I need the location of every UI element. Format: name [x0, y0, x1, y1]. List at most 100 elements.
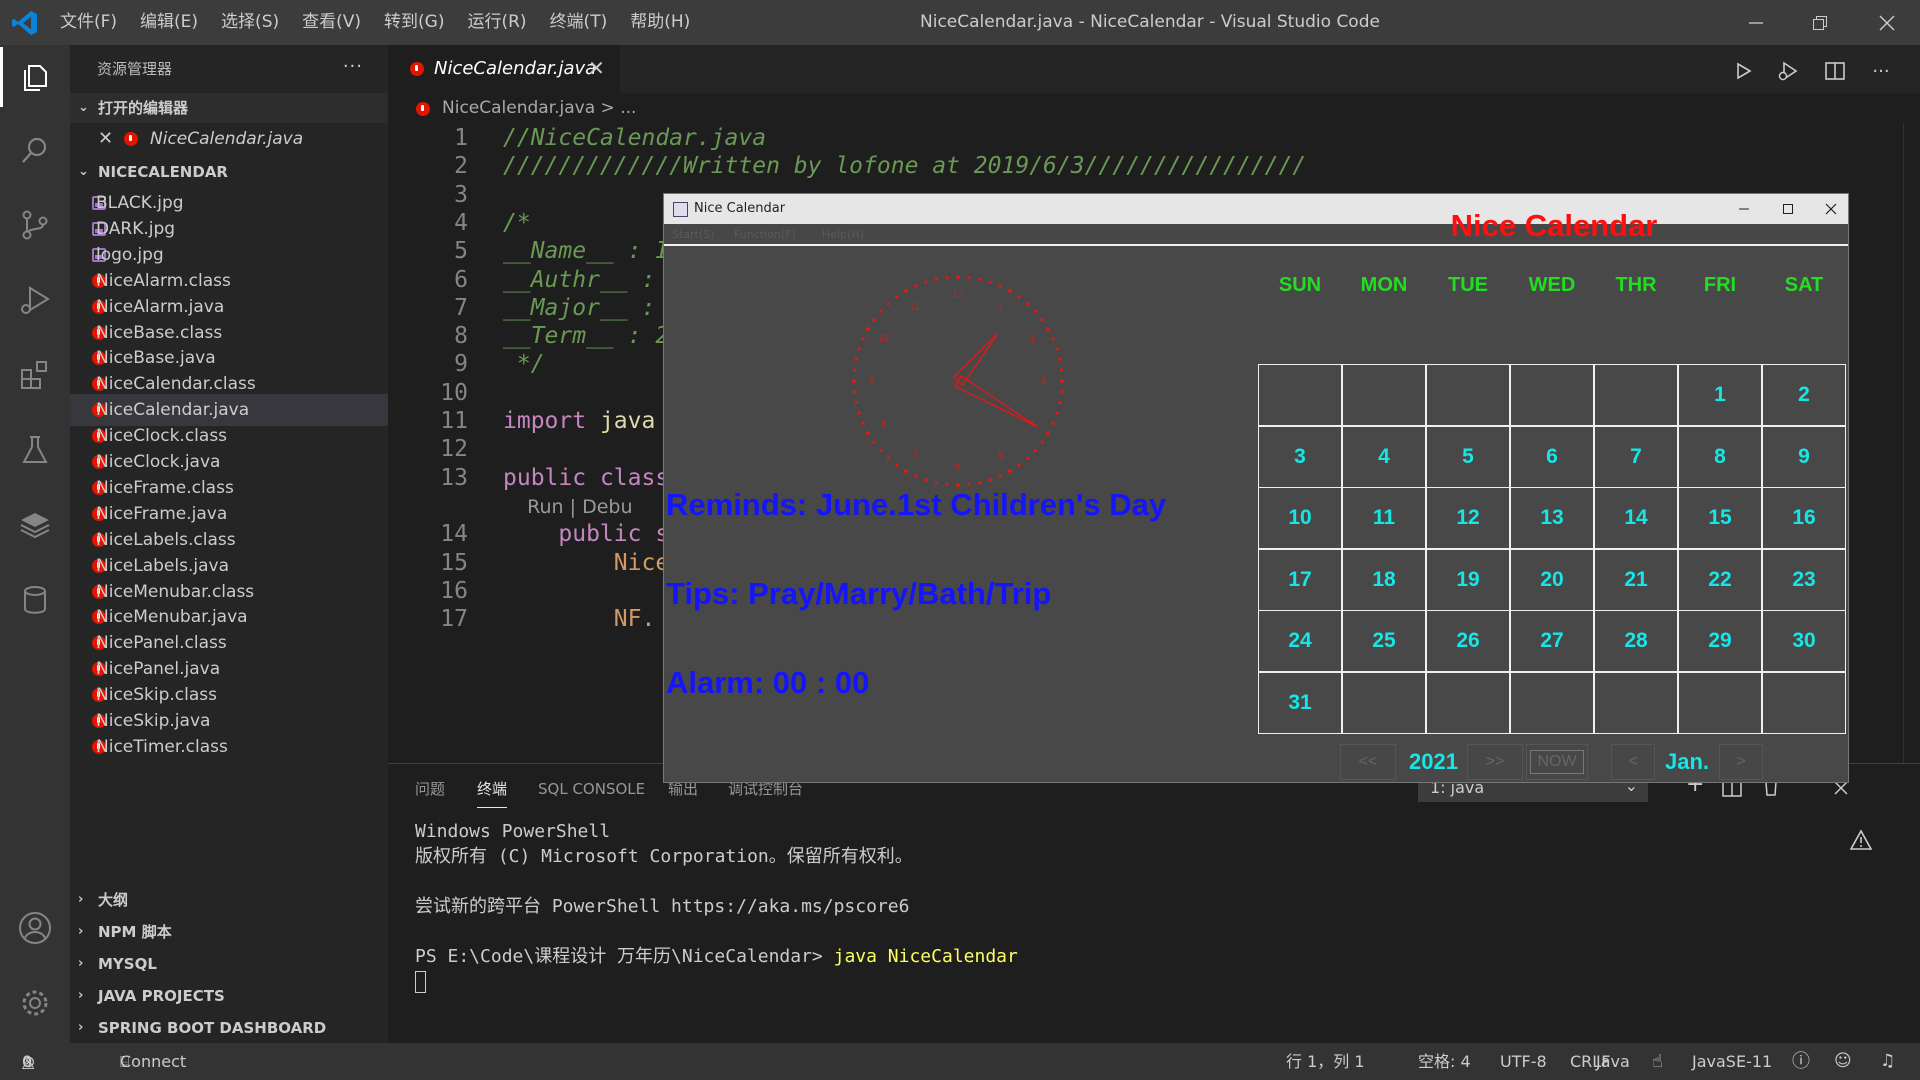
- testing-activity[interactable]: [0, 420, 70, 480]
- search-activity[interactable]: [0, 120, 70, 180]
- tab-nicecalendar-java[interactable]: NiceCalendar.java ✕: [388, 45, 620, 93]
- editor-more-button[interactable]: ···: [1866, 56, 1896, 86]
- tab-sql-console[interactable]: SQL CONSOLE: [538, 764, 645, 814]
- bell-icon[interactable]: ♫: [1880, 1043, 1895, 1080]
- menu-help[interactable]: 帮助(H): [630, 0, 690, 45]
- day-cell[interactable]: 23: [1762, 548, 1846, 611]
- clock-tick: [852, 368, 857, 372]
- menu-terminal[interactable]: 终端(T): [550, 0, 608, 45]
- day-cell[interactable]: 29: [1678, 610, 1762, 672]
- day-cell[interactable]: 16: [1762, 487, 1846, 549]
- day-cell[interactable]: 15: [1678, 487, 1762, 549]
- day-cell[interactable]: 13: [1510, 487, 1594, 549]
- editor-scrollbar[interactable]: [1903, 123, 1920, 763]
- cursor-position[interactable]: 行 1，列 1: [1286, 1043, 1365, 1080]
- day-cell[interactable]: 17: [1258, 548, 1342, 611]
- day-cell[interactable]: 22: [1678, 548, 1762, 611]
- menu-help[interactable]: Help(H): [822, 224, 864, 246]
- people-icon[interactable]: ☺: [1834, 1043, 1852, 1080]
- prev-month-button[interactable]: <: [1611, 744, 1655, 780]
- menu-start[interactable]: Start(S): [672, 224, 714, 246]
- now-button[interactable]: NOW: [1526, 744, 1588, 780]
- terminal-output[interactable]: Windows PowerShell 版权所有 (C) Microsoft Co…: [415, 819, 1018, 994]
- menu-view[interactable]: 查看(V): [302, 0, 361, 45]
- extensions-activity[interactable]: [0, 345, 70, 405]
- feedback-icon[interactable]: ⓘ: [1792, 1043, 1810, 1080]
- split-editor-button[interactable]: [1820, 56, 1850, 86]
- mysql-section[interactable]: › MYSQL: [70, 949, 388, 979]
- restore-button[interactable]: [1797, 0, 1842, 45]
- run-file-button[interactable]: [1728, 56, 1758, 86]
- java-projects-section[interactable]: › JAVA PROJECTS: [70, 981, 388, 1011]
- language-mode[interactable]: Java: [1596, 1043, 1630, 1080]
- more-actions-icon[interactable]: ···: [343, 45, 363, 89]
- database-activity[interactable]: [0, 570, 70, 630]
- day-cell[interactable]: 28: [1594, 610, 1678, 672]
- clock-tick: [1051, 421, 1055, 425]
- day-cell[interactable]: 27: [1510, 610, 1594, 672]
- day-cell[interactable]: 19: [1426, 548, 1510, 611]
- file-item[interactable]: NiceTimer.class: [70, 731, 388, 763]
- code-token: Nice: [503, 549, 670, 576]
- minimize-button[interactable]: [1733, 0, 1778, 45]
- menu-go[interactable]: 转到(G): [384, 0, 444, 45]
- debug-file-button[interactable]: [1773, 56, 1803, 86]
- packages-activity[interactable]: [0, 495, 70, 555]
- day-cell[interactable]: 24: [1258, 610, 1342, 672]
- day-cell[interactable]: 18: [1342, 548, 1426, 611]
- clock-hour-number: 11: [910, 302, 919, 312]
- clock-tick: [914, 284, 918, 288]
- menu-selection[interactable]: 选择(S): [221, 0, 279, 45]
- day-cell[interactable]: 31: [1258, 671, 1342, 734]
- warning-icon[interactable]: [1850, 829, 1872, 851]
- day-cell[interactable]: 25: [1342, 610, 1426, 672]
- source-control-activity[interactable]: [0, 195, 70, 255]
- thumbs-icon[interactable]: ☝: [1652, 1043, 1663, 1080]
- prev-year-button[interactable]: <<: [1340, 744, 1396, 780]
- menu-edit[interactable]: 编辑(E): [140, 0, 198, 45]
- menu-file[interactable]: 文件(F): [60, 0, 117, 45]
- breadcrumb-text[interactable]: NiceCalendar.java > ...: [442, 93, 636, 123]
- menu-function[interactable]: Function(F): [734, 224, 796, 246]
- day-cell[interactable]: 30: [1762, 610, 1846, 672]
- day-cell[interactable]: 8: [1678, 425, 1762, 488]
- day-cell[interactable]: 12: [1426, 487, 1510, 549]
- day-cell[interactable]: 26: [1426, 610, 1510, 672]
- next-month-button[interactable]: >: [1719, 744, 1763, 780]
- encoding[interactable]: UTF-8: [1500, 1043, 1547, 1080]
- day-cell[interactable]: 11: [1342, 487, 1426, 549]
- day-cell[interactable]: 4: [1342, 425, 1426, 488]
- project-section[interactable]: ⌄ NICECALENDAR: [70, 157, 388, 187]
- day-cell[interactable]: 2: [1762, 364, 1846, 426]
- day-cell[interactable]: 21: [1594, 548, 1678, 611]
- menu-run[interactable]: 运行(R): [467, 0, 526, 45]
- day-cell[interactable]: 3: [1258, 425, 1342, 488]
- day-cell[interactable]: 5: [1426, 425, 1510, 488]
- run-debug-activity[interactable]: [0, 270, 70, 330]
- code-line: __Authr__ :: [503, 267, 655, 293]
- day-cell[interactable]: 14: [1594, 487, 1678, 549]
- npm-scripts-section[interactable]: › NPM 脚本: [70, 917, 388, 947]
- day-cell[interactable]: 7: [1594, 425, 1678, 488]
- indentation[interactable]: 空格: 4: [1418, 1043, 1471, 1080]
- open-editors-section[interactable]: ⌄ 打开的编辑器: [70, 93, 388, 123]
- close-icon[interactable]: ✕: [98, 123, 113, 155]
- close-window-button[interactable]: [1864, 0, 1909, 45]
- open-editor-item[interactable]: ✕ NiceCalendar.java: [70, 123, 388, 155]
- day-cell[interactable]: 1: [1678, 364, 1762, 426]
- spring-boot-section[interactable]: › SPRING BOOT DASHBOARD: [70, 1013, 388, 1043]
- accounts-activity[interactable]: [0, 898, 70, 958]
- explorer-activity[interactable]: [0, 47, 70, 107]
- code-line: __Major__ :: [503, 295, 655, 321]
- tab-terminal[interactable]: 终端: [477, 764, 508, 808]
- next-year-button[interactable]: >>: [1467, 744, 1523, 780]
- day-cell[interactable]: 20: [1510, 548, 1594, 611]
- tab-problems[interactable]: 问题: [415, 764, 445, 814]
- day-cell[interactable]: 9: [1762, 425, 1846, 488]
- close-tab-icon[interactable]: ✕: [588, 45, 605, 91]
- manage-activity[interactable]: [0, 973, 70, 1033]
- day-cell[interactable]: 6: [1510, 425, 1594, 488]
- outline-section[interactable]: › 大纲: [70, 885, 388, 915]
- java-runtime[interactable]: JavaSE-11: [1692, 1043, 1772, 1080]
- day-cell[interactable]: 10: [1258, 487, 1342, 549]
